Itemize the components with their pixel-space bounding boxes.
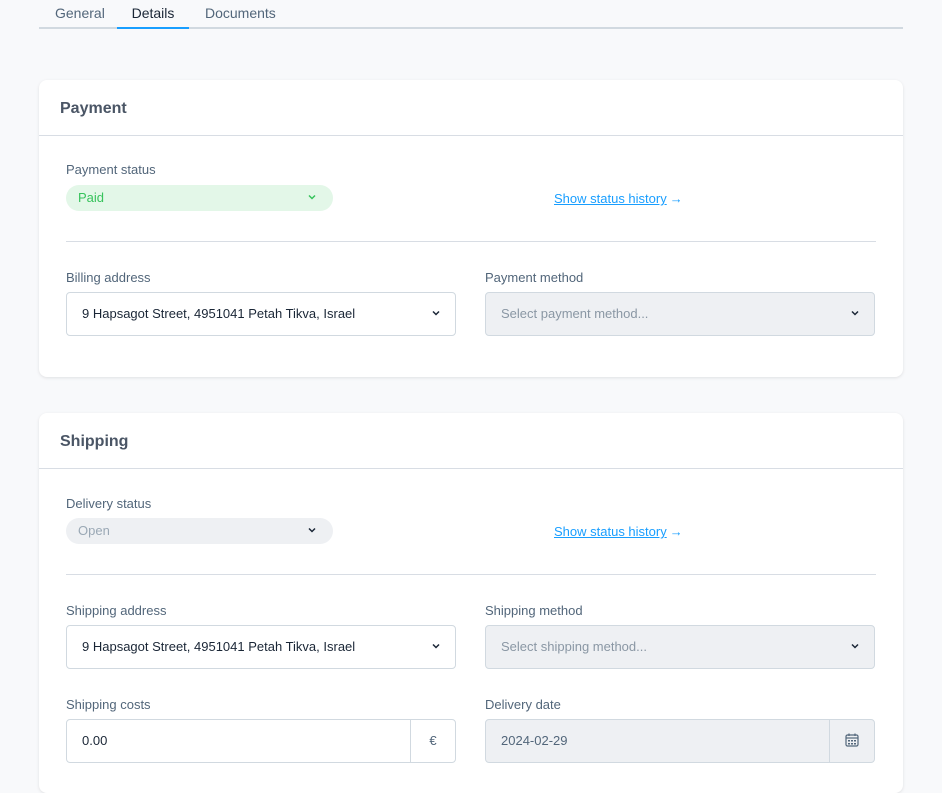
tab-general[interactable]: General bbox=[55, 5, 105, 29]
arrow-right-icon: → bbox=[669, 191, 683, 206]
history-link-text: Show status history bbox=[554, 524, 667, 539]
billing-address-label: Billing address bbox=[66, 270, 151, 285]
billing-address-select[interactable]: 9 Hapsagot Street, 4951041 Petah Tikva, … bbox=[66, 292, 456, 336]
shipping-method-select[interactable]: Select shipping method... bbox=[485, 625, 875, 669]
shipping-method-label: Shipping method bbox=[485, 603, 583, 618]
shipping-costs-field[interactable]: 0.00 € bbox=[66, 719, 456, 763]
shipping-address-label: Shipping address bbox=[66, 603, 167, 618]
currency-suffix: € bbox=[410, 720, 455, 762]
divider bbox=[39, 135, 903, 136]
delivery-status-history-link[interactable]: Show status history → bbox=[554, 524, 683, 539]
calendar-icon[interactable] bbox=[829, 720, 874, 762]
payment-status-value: Paid bbox=[78, 190, 105, 205]
divider bbox=[39, 468, 903, 469]
payment-method-label: Payment method bbox=[485, 270, 584, 285]
payment-title: Payment bbox=[60, 100, 127, 117]
payment-status-label: Payment status bbox=[66, 162, 156, 177]
delivery-date-field[interactable]: 2024-02-29 bbox=[485, 719, 875, 763]
delivery-status-value: Open bbox=[78, 523, 110, 538]
payment-status-select[interactable]: Paid bbox=[66, 185, 333, 211]
chevron-down-icon bbox=[307, 185, 317, 211]
chevron-down-icon bbox=[850, 626, 860, 668]
divider bbox=[66, 574, 876, 575]
shipping-card: Shipping Delivery status Open Show statu… bbox=[39, 413, 903, 793]
shipping-address-value: 9 Hapsagot Street, 4951041 Petah Tikva, … bbox=[82, 639, 356, 654]
payment-method-select[interactable]: Select payment method... bbox=[485, 292, 875, 336]
shipping-costs-label: Shipping costs bbox=[66, 697, 151, 712]
tab-documents[interactable]: Documents bbox=[205, 5, 276, 29]
tab-details[interactable]: Details bbox=[117, 5, 189, 29]
delivery-date-value[interactable]: 2024-02-29 bbox=[501, 720, 568, 762]
chevron-down-icon bbox=[431, 293, 441, 335]
divider bbox=[66, 241, 876, 242]
chevron-down-icon bbox=[850, 293, 860, 335]
chevron-down-icon bbox=[307, 518, 317, 544]
payment-status-history-link[interactable]: Show status history → bbox=[554, 191, 683, 206]
chevron-down-icon bbox=[431, 626, 441, 668]
payment-method-placeholder: Select payment method... bbox=[501, 306, 649, 321]
arrow-right-icon: → bbox=[669, 524, 683, 539]
billing-address-value: 9 Hapsagot Street, 4951041 Petah Tikva, … bbox=[82, 306, 356, 321]
shipping-costs-value[interactable]: 0.00 bbox=[82, 720, 107, 762]
delivery-status-select[interactable]: Open bbox=[66, 518, 333, 544]
history-link-text: Show status history bbox=[554, 191, 667, 206]
delivery-date-label: Delivery date bbox=[485, 697, 561, 712]
shipping-title: Shipping bbox=[60, 433, 129, 450]
payment-card: Payment Payment status Paid Show status … bbox=[39, 80, 903, 377]
tab-bar: General Details Documents bbox=[39, 0, 903, 29]
delivery-status-label: Delivery status bbox=[66, 496, 152, 511]
shipping-address-select[interactable]: 9 Hapsagot Street, 4951041 Petah Tikva, … bbox=[66, 625, 456, 669]
shipping-method-placeholder: Select shipping method... bbox=[501, 639, 647, 654]
